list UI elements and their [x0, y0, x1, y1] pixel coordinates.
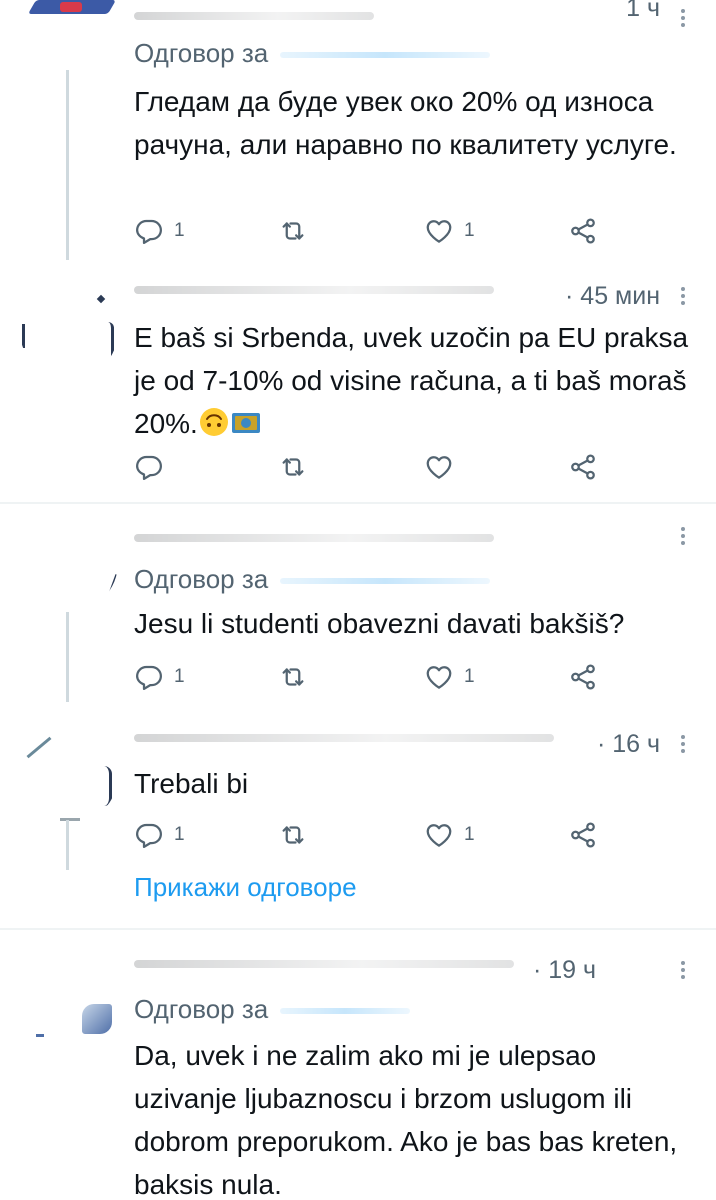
reply-prefix: Одговор за	[134, 564, 269, 594]
retweet-button[interactable]	[278, 818, 308, 852]
tweet-text: Jesu li studenti obavezni davati bakšiš?	[134, 608, 625, 639]
tweet-2[interactable]: · 45 мин E baš si Srbenda, uvek uzočin p…	[0, 262, 716, 502]
euro-banknote-icon	[231, 413, 260, 433]
tweet-header: · 16 ч	[134, 730, 716, 764]
more-icon[interactable]	[676, 732, 690, 758]
like-button[interactable]	[424, 450, 454, 484]
heart-icon	[424, 662, 454, 692]
retweet-icon	[278, 820, 308, 850]
tweet-text: Гледам да буде увек око 20% од износа ра…	[134, 86, 677, 160]
avatar[interactable]	[20, 726, 118, 824]
share-icon	[568, 662, 598, 692]
like-count: 1	[464, 666, 475, 687]
reply-prefix: Одговор за	[134, 994, 269, 1024]
tweet-time[interactable]: 1 ч	[626, 0, 660, 23]
reply-context: Одговор за	[134, 994, 411, 1025]
tweet-time[interactable]: · 45 мин	[565, 282, 660, 311]
avatar[interactable]	[20, 282, 118, 380]
share-icon	[568, 820, 598, 850]
tweet-actions: 1 1	[134, 214, 614, 248]
reply-button[interactable]: 1	[134, 660, 185, 694]
reply-count: 1	[174, 824, 185, 845]
avatar[interactable]	[20, 0, 118, 68]
more-icon[interactable]	[676, 958, 690, 984]
reply-count: 1	[174, 220, 185, 241]
reply-icon	[134, 662, 164, 692]
reply-handle[interactable]	[280, 52, 491, 59]
tweet-text: Trebali bi	[134, 768, 249, 799]
heart-icon	[424, 452, 454, 482]
like-count: 1	[464, 824, 475, 845]
reply-prefix: Одговор за	[134, 38, 269, 68]
show-replies-link[interactable]: Прикажи одговоре	[134, 872, 357, 903]
tweet-actions: 1 1	[134, 660, 614, 694]
reply-button[interactable]: 1	[134, 818, 185, 852]
author-name[interactable]	[134, 734, 554, 742]
tweet-header: · 19 ч	[134, 956, 716, 990]
tweet-header: · 45 мин	[134, 282, 716, 316]
more-icon[interactable]	[676, 524, 690, 550]
tweet-3[interactable]: Одговор за Jesu li studenti obavezni dav…	[0, 504, 716, 702]
share-icon	[568, 452, 598, 482]
author-name[interactable]	[134, 534, 494, 542]
tweet-time[interactable]: · 16 ч	[597, 730, 660, 759]
reply-button[interactable]	[134, 450, 164, 484]
reply-icon	[134, 820, 164, 850]
share-button[interactable]	[568, 450, 598, 484]
avatar[interactable]	[20, 954, 118, 1052]
tweet-text: Da, uvek i ne zalim ako mi je ulepsao uz…	[134, 1040, 678, 1200]
heart-icon	[424, 216, 454, 246]
reply-handle[interactable]	[280, 1008, 411, 1015]
share-button[interactable]	[568, 660, 598, 694]
reply-icon	[134, 216, 164, 246]
tweet-header	[134, 522, 716, 556]
thread-line	[66, 70, 69, 260]
tweet-time[interactable]: · 19 ч	[533, 956, 596, 985]
share-icon	[568, 216, 598, 246]
more-icon[interactable]	[676, 6, 690, 32]
more-icon[interactable]	[676, 284, 690, 310]
share-button[interactable]	[568, 214, 598, 248]
like-button[interactable]: 1	[424, 214, 475, 248]
tweet-actions: 1 1	[134, 818, 614, 852]
tweet-actions	[134, 450, 614, 484]
tweet-header: 1 ч	[134, 0, 716, 34]
tweet-1[interactable]: 1 ч Одговор за Гледам да буде увек око 2…	[0, 0, 716, 262]
thread-line	[66, 612, 69, 702]
tweet-4[interactable]: · 16 ч Trebali bi 1 1 Прикажи одговоре	[0, 712, 716, 928]
reply-handle[interactable]	[280, 578, 491, 585]
heart-icon	[424, 820, 454, 850]
like-button[interactable]: 1	[424, 660, 475, 694]
retweet-button[interactable]	[278, 660, 308, 694]
retweet-button[interactable]	[278, 214, 308, 248]
upside-down-face-icon	[199, 408, 228, 436]
retweet-icon	[278, 216, 308, 246]
author-name[interactable]	[134, 12, 374, 20]
reply-count: 1	[174, 666, 185, 687]
avatar[interactable]	[20, 514, 118, 612]
tweet-5[interactable]: · 19 ч Одговор за Da, uvek i ne zalim ak…	[0, 930, 716, 1200]
like-button[interactable]: 1	[424, 818, 475, 852]
author-name[interactable]	[134, 286, 494, 294]
reply-button[interactable]: 1	[134, 214, 185, 248]
tweet-text: E baš si Srbenda, uvek uzočin pa EU prak…	[134, 316, 704, 445]
reply-context: Одговор за	[134, 564, 491, 595]
author-name[interactable]	[134, 960, 514, 968]
reply-icon	[134, 452, 164, 482]
reply-context: Одговор за	[134, 38, 491, 69]
retweet-button[interactable]	[278, 450, 308, 484]
share-button[interactable]	[568, 818, 598, 852]
retweet-icon	[278, 452, 308, 482]
like-count: 1	[464, 220, 475, 241]
retweet-icon	[278, 662, 308, 692]
thread-line	[66, 820, 69, 870]
